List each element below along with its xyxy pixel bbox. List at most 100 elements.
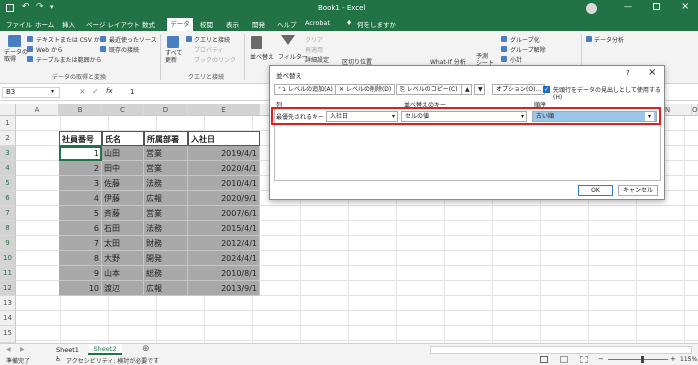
table-cell[interactable]: 2019/4/1 <box>188 146 260 161</box>
table-cell[interactable]: 法務 <box>144 176 188 191</box>
row-header[interactable]: 3 <box>0 146 16 161</box>
table-cell[interactable]: 渡辺 <box>102 281 144 296</box>
options-button[interactable]: オプション(O)... <box>492 84 546 95</box>
delete-level-button[interactable]: ✕ レベルの削除(D) <box>335 84 396 95</box>
row-header[interactable]: 4 <box>0 161 16 176</box>
subtotal-button[interactable]: 小計 <box>510 55 522 64</box>
header-cell[interactable]: 社員番号 <box>59 131 102 146</box>
tell-me-search[interactable]: 何をしますか <box>357 19 396 29</box>
ok-button[interactable]: OK <box>578 185 613 196</box>
filter-button[interactable]: フィルター <box>278 52 308 61</box>
add-level-button[interactable]: ⁺↴ レベルの追加(A) <box>274 84 337 95</box>
row-header[interactable]: 2 <box>0 131 16 146</box>
table-cell[interactable]: 総務 <box>144 266 188 281</box>
move-down-button[interactable]: ▼ <box>474 84 485 95</box>
row-header[interactable]: 13 <box>0 296 16 311</box>
reapply-button[interactable]: 再適用 <box>305 45 323 54</box>
table-cell[interactable]: 伊藤 <box>102 191 144 206</box>
tab-help[interactable]: ヘルプ <box>277 19 297 29</box>
get-data-button[interactable]: データの 取得 <box>4 49 28 63</box>
table-cell[interactable]: 営業 <box>144 146 188 161</box>
table-cell[interactable]: 2015/4/1 <box>188 221 260 236</box>
insert-function-icon[interactable]: fx <box>106 87 113 95</box>
existing-connections-button[interactable]: 既存の接続 <box>109 45 139 54</box>
table-cell[interactable]: 開発 <box>144 251 188 266</box>
table-cell[interactable]: 2013/9/1 <box>188 281 260 296</box>
move-up-button[interactable]: ▲ <box>461 84 472 95</box>
zoom-slider-thumb[interactable] <box>641 356 644 363</box>
advanced-button[interactable]: 詳細設定 <box>305 55 329 64</box>
sheet-tab-sheet1[interactable]: Sheet1 <box>56 346 79 354</box>
table-cell[interactable]: 2020/9/1 <box>188 191 260 206</box>
header-cell[interactable]: 所属部署 <box>144 131 188 146</box>
dialog-close-icon[interactable]: × <box>648 67 656 78</box>
row-header[interactable]: 1 <box>0 116 16 131</box>
tab-view[interactable]: 表示 <box>226 19 239 29</box>
table-cell[interactable]: 山本 <box>102 266 144 281</box>
tab-review[interactable]: 校閲 <box>200 19 213 29</box>
zoom-out-icon[interactable]: − <box>598 355 604 363</box>
cancel-button[interactable]: キャンセル <box>618 185 658 196</box>
recent-sources-button[interactable]: 最近使ったソース <box>109 35 157 44</box>
table-cell[interactable]: 2010/4/1 <box>188 176 260 191</box>
tab-file[interactable]: ファイル <box>6 19 32 29</box>
horizontal-scrollbar[interactable] <box>430 346 692 354</box>
accessibility-icon[interactable]: ♿ <box>55 355 61 363</box>
account-icon[interactable] <box>586 3 597 14</box>
table-cell[interactable]: 7 <box>59 236 102 251</box>
row-header[interactable]: 11 <box>0 266 16 281</box>
table-cell[interactable]: 1 <box>59 146 102 161</box>
web-button[interactable]: Web から <box>36 45 63 54</box>
table-range-button[interactable]: テーブルまたは範囲から <box>36 55 102 64</box>
help-icon[interactable]: ? <box>626 69 630 77</box>
normal-view-icon[interactable] <box>540 356 548 363</box>
group-button[interactable]: グループ化 <box>510 35 540 44</box>
table-cell[interactable]: 営業 <box>144 206 188 221</box>
tab-insert[interactable]: 挿入 <box>62 19 75 29</box>
column-header[interactable]: B <box>59 104 102 116</box>
zoom-slider[interactable] <box>608 359 668 360</box>
table-cell[interactable]: 田中 <box>102 161 144 176</box>
page-break-icon[interactable] <box>580 356 588 363</box>
table-cell[interactable]: 2020/4/1 <box>188 161 260 176</box>
column-header[interactable]: D <box>144 104 188 116</box>
close-icon[interactable]: × <box>681 1 689 12</box>
zoom-level[interactable]: 115% <box>680 356 697 363</box>
ungroup-button[interactable]: グループ解除 <box>510 45 546 54</box>
table-cell[interactable]: 2024/4/1 <box>188 251 260 266</box>
minimize-icon[interactable]: — <box>624 2 632 11</box>
accessibility-status[interactable]: アクセシビリティ: 検討が必要です <box>66 356 159 365</box>
table-cell[interactable]: 石田 <box>102 221 144 236</box>
table-cell[interactable]: 広報 <box>144 191 188 206</box>
row-header[interactable]: 5 <box>0 176 16 191</box>
tab-formulas[interactable]: 数式 <box>142 19 155 29</box>
table-cell[interactable]: 財務 <box>144 236 188 251</box>
column-header[interactable]: E <box>188 104 260 116</box>
table-cell[interactable]: 10 <box>59 281 102 296</box>
table-cell[interactable]: 2012/4/1 <box>188 236 260 251</box>
text-csv-button[interactable]: テキストまたは CSV から <box>36 35 106 44</box>
redo-icon[interactable]: ↷ <box>36 2 44 12</box>
table-cell[interactable]: 太田 <box>102 236 144 251</box>
undo-icon[interactable]: ↶ <box>22 2 30 12</box>
row-header[interactable]: 12 <box>0 281 16 296</box>
table-cell[interactable]: 3 <box>59 176 102 191</box>
table-cell[interactable]: 4 <box>59 191 102 206</box>
row-header[interactable]: 14 <box>0 311 16 326</box>
select-all-corner[interactable] <box>0 104 16 116</box>
table-cell[interactable]: 5 <box>59 206 102 221</box>
restore-icon[interactable] <box>653 3 660 10</box>
row-header[interactable]: 9 <box>0 236 16 251</box>
customize-icon[interactable]: ▾ <box>50 3 54 11</box>
copy-level-button[interactable]: ⎘ レベルのコピー(C) <box>396 84 462 95</box>
prev-sheet-icon[interactable]: ◀ <box>6 346 11 353</box>
table-cell[interactable]: 2010/8/1 <box>188 266 260 281</box>
table-cell[interactable]: 2 <box>59 161 102 176</box>
table-cell[interactable]: 法務 <box>144 221 188 236</box>
table-cell[interactable]: 斉藤 <box>102 206 144 221</box>
add-sheet-icon[interactable]: ⊕ <box>142 344 150 354</box>
has-headers-checkbox[interactable]: ✓ <box>543 86 550 93</box>
column-header[interactable]: O <box>692 104 698 116</box>
header-cell[interactable]: 氏名 <box>102 131 144 146</box>
queries-button[interactable]: クエリと接続 <box>194 35 230 44</box>
